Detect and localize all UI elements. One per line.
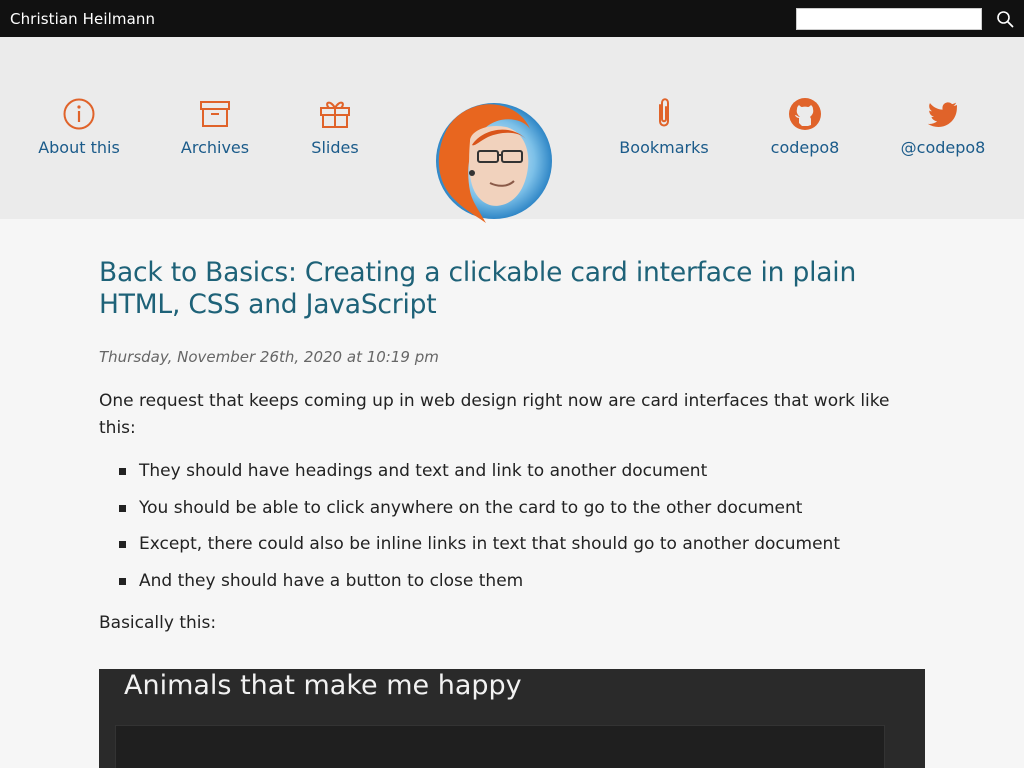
demo-heading: Animals that make me happy xyxy=(124,670,522,701)
search-form xyxy=(796,7,1014,30)
list-item-text: They should have headings and text and l… xyxy=(139,461,708,481)
twitter-icon xyxy=(927,102,957,127)
list-item: You should be able to click anywhere on … xyxy=(99,495,925,521)
nav-archives[interactable]: Archives xyxy=(155,97,275,157)
archive-box-icon xyxy=(200,101,230,127)
nav-label: codepo8 xyxy=(770,138,840,157)
top-bar: Christian Heilmann xyxy=(0,0,1024,37)
paperclip-icon xyxy=(659,98,669,127)
gift-icon xyxy=(320,101,350,128)
bullet-square xyxy=(119,468,126,475)
demo-card xyxy=(115,725,885,768)
info-icon xyxy=(63,98,95,130)
bullet-square xyxy=(119,504,126,512)
post-basically: Basically this: xyxy=(99,612,217,633)
post-title[interactable]: Back to Basics: Creating a clickable car… xyxy=(99,257,925,321)
list-item: And they should have a button to close t… xyxy=(99,568,925,594)
list-item-text: You should be able to click anywhere on … xyxy=(139,497,803,518)
post-article: Back to Basics: Creating a clickable car… xyxy=(99,219,925,637)
nav-label: @codepo8 xyxy=(900,138,986,157)
bullet-square xyxy=(119,541,126,548)
search-input[interactable] xyxy=(796,7,982,30)
search-icon[interactable] xyxy=(996,10,1014,28)
avatar[interactable] xyxy=(426,101,554,225)
site-title-link[interactable]: Christian Heilmann xyxy=(10,10,155,28)
nav-label: About this xyxy=(38,138,120,157)
nav-label: Archives xyxy=(180,138,250,157)
bullet-square xyxy=(119,577,126,585)
post-date: Thursday, November 26th, 2020 at 10:19 p… xyxy=(99,348,439,366)
post-bullet-list: They should have headings and text and l… xyxy=(99,458,925,594)
github-icon xyxy=(789,98,821,130)
nav-twitter[interactable]: @codepo8 xyxy=(883,97,1003,157)
list-item: Except, there could also be inline links… xyxy=(99,531,925,557)
demo-screenshot: Animals that make me happy xyxy=(99,669,925,768)
list-item-text: Except, there could also be inline links… xyxy=(139,534,840,554)
nav-about-this[interactable]: About this xyxy=(19,97,139,157)
nav-github[interactable]: codepo8 xyxy=(745,97,865,157)
nav-bookmarks[interactable]: Bookmarks xyxy=(604,97,724,157)
list-item: They should have headings and text and l… xyxy=(99,458,925,484)
list-item-text: And they should have a button to close t… xyxy=(139,570,524,591)
nav-slides[interactable]: Slides xyxy=(275,97,395,157)
nav-label: Bookmarks xyxy=(619,138,709,157)
post-intro: One request that keeps coming up in web … xyxy=(99,391,890,438)
nav-label: Slides xyxy=(311,138,359,157)
site-header: About this Archives Slides Bookmarks cod… xyxy=(0,37,1024,223)
